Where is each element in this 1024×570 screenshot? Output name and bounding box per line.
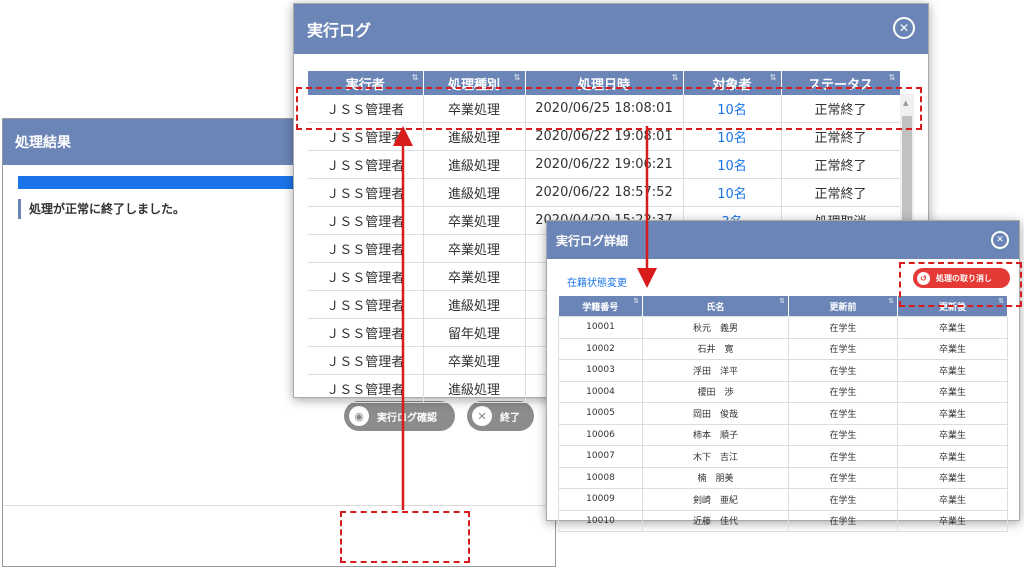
annotation-arrows [393, 126, 657, 510]
